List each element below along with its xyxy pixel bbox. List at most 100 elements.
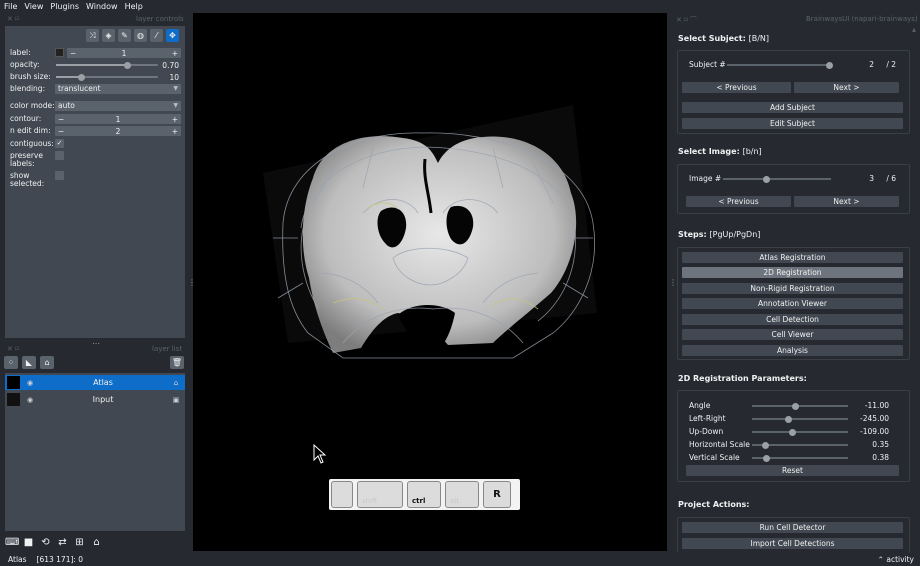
roll-dims-icon[interactable]: ⟲	[39, 536, 52, 549]
select-image-heading: Select Image: [b/n]	[678, 147, 762, 156]
spin-plus[interactable]: +	[172, 127, 178, 136]
opacity-label: opacity:	[10, 60, 40, 69]
image-slider-handle[interactable]	[762, 175, 770, 183]
fill-bucket-icon[interactable]: ◍	[134, 29, 147, 42]
transpose-icon[interactable]: ⇄	[56, 536, 69, 549]
param-up-down-handle[interactable]	[788, 428, 796, 436]
shuffle-colors-icon[interactable]: ⤨	[86, 29, 99, 42]
previous-image-button[interactable]: < Previous	[686, 196, 791, 207]
param-up-down-slider[interactable]	[752, 428, 848, 436]
step-cell-detection[interactable]: Cell Detection	[682, 314, 903, 325]
param-vertical-scale-slider[interactable]	[752, 454, 848, 462]
menu-help[interactable]: Help	[125, 2, 143, 11]
spin-plus[interactable]: +	[172, 49, 178, 58]
visibility-eye-icon[interactable]: ◉	[24, 379, 36, 387]
add-subject-button[interactable]: Add Subject	[682, 102, 903, 113]
dock-close-float-icons[interactable]: ✕ ⌑ ⌒	[676, 15, 697, 25]
n-edit-dim-spinbox[interactable]: − 2 +	[55, 126, 181, 136]
spin-plus[interactable]: +	[172, 115, 178, 124]
brush-size-label: brush size:	[10, 72, 51, 81]
param-angle-handle[interactable]	[791, 402, 799, 410]
reset-button[interactable]: Reset	[686, 465, 899, 476]
contour-spinbox[interactable]: − 1 +	[55, 114, 181, 124]
blending-combo[interactable]: translucent ▼	[55, 84, 181, 94]
image-slider[interactable]	[723, 175, 831, 183]
label-spinbox[interactable]: − 1 +	[67, 48, 181, 58]
param-vertical-scale-handle[interactable]	[762, 454, 770, 462]
param-left-right-handle[interactable]	[784, 415, 792, 423]
previous-subject-button[interactable]: < Previous	[682, 82, 791, 93]
subject-current: 2	[869, 60, 874, 69]
home-icon[interactable]: ⌂	[90, 536, 103, 549]
eraser-icon[interactable]: ◈	[102, 29, 115, 42]
import-cell-detections-button[interactable]: Import Cell Detections	[682, 538, 903, 549]
key-ctrl: ctrl	[407, 481, 441, 508]
new-shapes-layer-icon[interactable]: ◣	[22, 356, 36, 369]
brush-size-slider-handle[interactable]	[78, 73, 85, 81]
paint-brush-icon[interactable]: ✎	[118, 29, 131, 42]
step-atlas-registration[interactable]: Atlas Registration	[682, 252, 903, 263]
contiguous-checkbox[interactable]: ✓	[55, 139, 64, 148]
new-labels-layer-icon[interactable]: ⌂	[40, 356, 54, 369]
opacity-slider[interactable]	[56, 61, 158, 69]
preserve-labels-checkbox[interactable]	[55, 151, 64, 160]
subject-number-label: Subject #	[689, 60, 726, 69]
select-subject-heading: Select Subject: [B/N]	[678, 34, 769, 43]
param-horizontal-scale-handle[interactable]	[761, 441, 769, 449]
layer-row-atlas[interactable]: ◉ Atlas ⌂	[5, 375, 185, 390]
step-annotation-viewer[interactable]: Annotation Viewer	[682, 298, 903, 309]
status-bar: Atlas [613 171]: 0 ⌃ activity	[0, 553, 920, 566]
color-mode-combo[interactable]: auto ▼	[55, 101, 181, 111]
opacity-slider-handle[interactable]	[123, 61, 131, 69]
contour-label: contour:	[10, 114, 42, 123]
param-horizontal-scale-slider[interactable]	[752, 441, 848, 449]
param-left-right-slider[interactable]	[752, 415, 848, 423]
param-angle-slider[interactable]	[752, 402, 848, 410]
brush-size-slider[interactable]	[56, 73, 158, 81]
registration-params-title: 2D Registration Parameters:	[678, 374, 807, 383]
key-alt: alt	[445, 481, 479, 508]
dock-close-float-icons[interactable]: ✕ ⌑	[7, 15, 19, 23]
viewer-canvas[interactable]: shift ctrl alt R	[193, 13, 667, 551]
step-non-rigid-registration[interactable]: Non-Rigid Registration	[682, 283, 903, 294]
dock-splitter-handle[interactable]: ⋮	[188, 278, 196, 287]
visibility-eye-icon[interactable]: ◉	[24, 396, 36, 404]
menu-window[interactable]: Window	[86, 2, 118, 11]
project-actions-title: Project Actions:	[678, 500, 750, 509]
n-edit-dim-label: n edit dim:	[10, 126, 51, 135]
next-image-button[interactable]: Next >	[794, 196, 899, 207]
param-angle-value: -11.00	[864, 401, 889, 410]
param-left-right-label: Left-Right	[689, 414, 726, 423]
delete-layer-icon[interactable]: 🗑	[170, 356, 184, 369]
dock-close-float-icons[interactable]: ✕ ⌑	[7, 345, 19, 353]
subject-slider[interactable]	[727, 61, 833, 69]
scrollbar[interactable]: ▴	[912, 25, 916, 34]
show-selected-checkbox[interactable]	[55, 171, 64, 180]
param-up-down-label: Up-Down	[689, 427, 724, 436]
step-2d-registration[interactable]: 2D Registration	[682, 267, 903, 278]
subject-slider-handle[interactable]	[825, 61, 833, 69]
pan-zoom-icon[interactable]: ✥	[166, 29, 179, 42]
activity-toggle[interactable]: ⌃ activity	[878, 555, 914, 564]
step-analysis[interactable]: Analysis	[682, 345, 903, 356]
console-icon[interactable]: ⌨	[5, 536, 19, 549]
menu-view[interactable]: View	[24, 2, 43, 11]
dock-splitter-handle[interactable]: ⋯	[92, 339, 100, 348]
next-subject-button[interactable]: Next >	[794, 82, 899, 93]
ndisplay-toggle-icon[interactable]: ■	[22, 536, 35, 549]
layer-row-input[interactable]: ◉ Input ▣	[5, 392, 185, 407]
brain-section-image	[263, 105, 597, 359]
edit-subject-button[interactable]: Edit Subject	[682, 118, 903, 129]
grid-icon[interactable]: ⊞	[73, 536, 86, 549]
new-points-layer-icon[interactable]: ⁘	[4, 356, 18, 369]
layer-thumbnail	[7, 393, 20, 406]
key-blank	[331, 481, 353, 508]
menu-plugins[interactable]: Plugins	[50, 2, 79, 11]
label-tools: ⤨ ◈ ✎ ◍ ⁄ ✥	[86, 29, 179, 42]
mouse-cursor-icon	[313, 444, 327, 464]
step-cell-viewer[interactable]: Cell Viewer	[682, 329, 903, 340]
color-picker-icon[interactable]: ⁄	[150, 29, 163, 42]
run-cell-detector-button[interactable]: Run Cell Detector	[682, 522, 903, 533]
menu-file[interactable]: File	[4, 2, 17, 11]
dock-splitter-handle[interactable]: ⋮	[669, 278, 677, 287]
